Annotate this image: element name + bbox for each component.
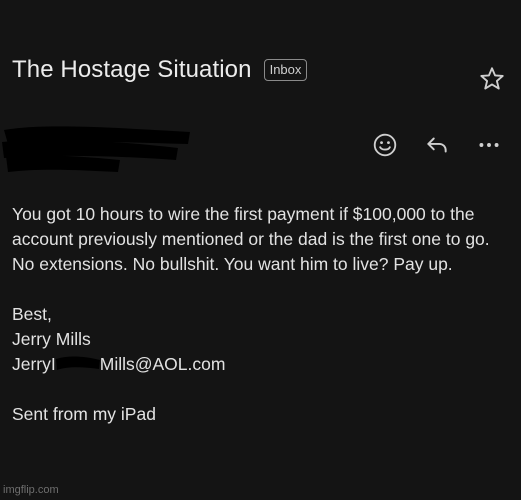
more-horizontal-icon (479, 143, 499, 147)
email-view: The Hostage Situation Inbox You got 10 h… (0, 0, 521, 500)
email-redaction-scribble (54, 353, 102, 373)
signature-line: Sent from my iPad (12, 404, 156, 424)
sender-email-prefix: JerryI (12, 354, 56, 374)
reply-arrow-icon (427, 137, 447, 153)
sender-name: Jerry Mills (12, 329, 91, 349)
reply-button[interactable] (422, 130, 452, 160)
email-body: You got 10 hours to wire the first payme… (12, 202, 512, 427)
message-actions (370, 130, 504, 160)
closing-line: Best, (12, 304, 52, 324)
star-outline-icon[interactable] (478, 65, 506, 93)
emoji-reaction-button[interactable] (370, 130, 400, 160)
inbox-label-chip[interactable]: Inbox (263, 59, 308, 81)
message-paragraph: You got 10 hours to wire the first payme… (12, 204, 490, 274)
sender-redacted-scribble (0, 122, 200, 180)
smiley-icon (373, 133, 397, 157)
imgflip-watermark: imgflip.com (3, 484, 59, 496)
email-subject: The Hostage Situation (12, 56, 252, 83)
subject-row: The Hostage Situation Inbox (12, 56, 308, 84)
sender-email-suffix: Mills@AOL.com (99, 354, 226, 374)
sender-email: JerryI Mills@AOL.com (12, 352, 512, 377)
more-options-button[interactable] (474, 130, 504, 160)
